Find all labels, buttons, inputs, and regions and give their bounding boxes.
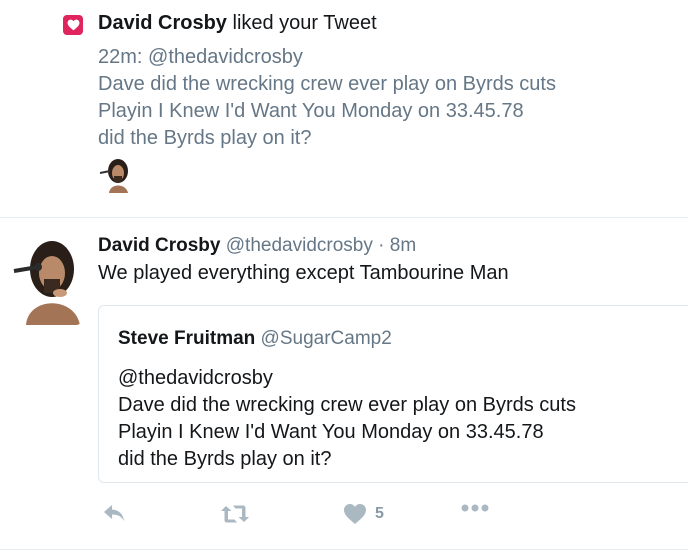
liker-avatar[interactable] bbox=[98, 157, 134, 193]
tweet-timestamp[interactable]: 8m bbox=[390, 235, 416, 256]
quoted-author-name: Steve Fruitman bbox=[118, 328, 256, 349]
tweet-text: We played everything except Tambourine M… bbox=[98, 262, 509, 284]
quoted-tweet-line: Playin I Knew I'd Want You Monday on 33.… bbox=[118, 421, 544, 443]
notification-header: David Crosby liked your Tweet bbox=[98, 12, 377, 35]
author-handle[interactable]: @thedavidcrosby bbox=[226, 235, 373, 256]
like-button[interactable]: 5 bbox=[343, 503, 384, 525]
like-count: 5 bbox=[375, 505, 384, 522]
heart-icon bbox=[343, 503, 367, 525]
quoted-tweet-text: @thedavidcrosby Dave did the wrecking cr… bbox=[118, 365, 576, 473]
like-notification[interactable]: David Crosby liked your Tweet 22m: @thed… bbox=[0, 0, 688, 217]
tweet[interactable]: David Crosby @thedavidcrosby · 8m We pla… bbox=[0, 218, 688, 549]
avatar[interactable] bbox=[12, 235, 82, 325]
quoted-author-handle: @SugarCamp2 bbox=[260, 328, 392, 349]
notification-action-text: liked your Tweet bbox=[226, 12, 377, 34]
separator: · bbox=[378, 235, 385, 256]
author-name[interactable]: David Crosby bbox=[98, 235, 220, 256]
liked-tweet-meta: 22m: @thedavidcrosby bbox=[98, 46, 303, 68]
retweet-icon bbox=[219, 503, 251, 525]
reply-icon bbox=[102, 503, 126, 523]
liked-tweet-preview[interactable]: 22m: @thedavidcrosby Dave did the wrecki… bbox=[98, 44, 556, 152]
tweet-header: David Crosby @thedavidcrosby · 8m bbox=[98, 235, 416, 257]
liked-tweet-line: Dave did the wrecking crew ever play on … bbox=[98, 73, 556, 95]
more-icon bbox=[460, 503, 490, 513]
quoted-tweet[interactable]: Steve Fruitman @SugarCamp2 @thedavidcros… bbox=[98, 305, 688, 483]
liker-name[interactable]: David Crosby bbox=[98, 12, 227, 34]
liked-tweet-line: did the Byrds play on it? bbox=[98, 127, 312, 149]
more-button[interactable] bbox=[460, 503, 490, 513]
quoted-tweet-header: Steve Fruitman @SugarCamp2 bbox=[118, 328, 392, 350]
quoted-tweet-line: Dave did the wrecking crew ever play on … bbox=[118, 394, 576, 416]
quoted-tweet-line: @thedavidcrosby bbox=[118, 367, 273, 389]
heart-icon bbox=[63, 15, 83, 35]
reply-button[interactable] bbox=[102, 503, 126, 523]
retweet-button[interactable] bbox=[219, 503, 251, 525]
quoted-tweet-line: did the Byrds play on it? bbox=[118, 448, 332, 470]
liked-tweet-line: Playin I Knew I'd Want You Monday on 33.… bbox=[98, 100, 524, 122]
